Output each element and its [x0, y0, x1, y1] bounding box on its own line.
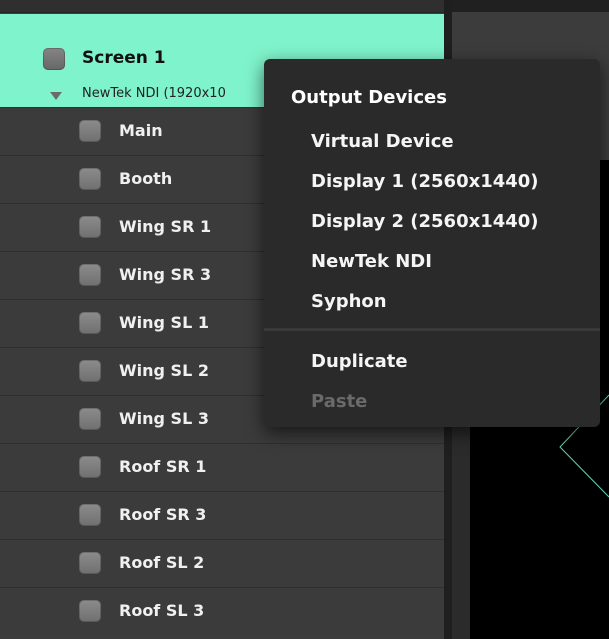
layer-checkbox[interactable] — [79, 120, 101, 142]
menu-item-syphon[interactable]: Syphon — [311, 291, 387, 312]
layer-label: Wing SL 3 — [119, 409, 209, 428]
layer-checkbox[interactable] — [79, 552, 101, 574]
screen-checkbox[interactable] — [43, 48, 65, 70]
menu-separator — [264, 328, 600, 331]
layer-row[interactable]: Roof SL 3 — [0, 587, 444, 635]
screen-output-device: NewTek NDI (1920x10 — [82, 86, 226, 101]
layer-row[interactable]: Roof SL 2 — [0, 539, 444, 587]
layer-label: Wing SL 2 — [119, 361, 209, 380]
menu-item-display-2[interactable]: Display 2 (2560x1440) — [311, 211, 539, 232]
layer-checkbox[interactable] — [79, 456, 101, 478]
layer-label: Roof SL 3 — [119, 601, 205, 620]
layer-label: Roof SL 2 — [119, 553, 205, 572]
layer-label: Main — [119, 121, 163, 140]
layer-label: Wing SL 1 — [119, 313, 209, 332]
sidebar-top-strip — [0, 0, 444, 13]
screen-title: Screen 1 — [82, 48, 166, 68]
layer-row[interactable]: Roof SR 1 — [0, 443, 444, 491]
menu-item-paste: Paste — [311, 391, 368, 412]
menu-item-virtual-device[interactable]: Virtual Device — [311, 131, 454, 152]
layer-checkbox[interactable] — [79, 408, 101, 430]
layer-checkbox[interactable] — [79, 168, 101, 190]
layer-checkbox[interactable] — [79, 360, 101, 382]
layer-row[interactable]: Roof SR 3 — [0, 491, 444, 539]
layer-checkbox[interactable] — [79, 264, 101, 286]
disclosure-triangle-icon[interactable] — [50, 92, 62, 100]
layer-checkbox[interactable] — [79, 504, 101, 526]
menu-item-display-1[interactable]: Display 1 (2560x1440) — [311, 171, 539, 192]
layer-label: Wing SR 1 — [119, 217, 212, 236]
menu-item-newtek-ndi[interactable]: NewTek NDI — [311, 251, 432, 272]
context-menu: Output Devices Virtual Device Display 1 … — [264, 59, 600, 427]
layer-checkbox[interactable] — [79, 312, 101, 334]
menu-section-header: Output Devices — [291, 87, 447, 108]
menu-item-duplicate[interactable]: Duplicate — [311, 351, 408, 372]
layer-label: Wing SR 3 — [119, 265, 212, 284]
layer-label: Booth — [119, 169, 173, 188]
layer-label: Roof SR 1 — [119, 457, 207, 476]
layer-checkbox[interactable] — [79, 216, 101, 238]
layer-checkbox[interactable] — [79, 600, 101, 622]
layer-label: Roof SR 3 — [119, 505, 207, 524]
